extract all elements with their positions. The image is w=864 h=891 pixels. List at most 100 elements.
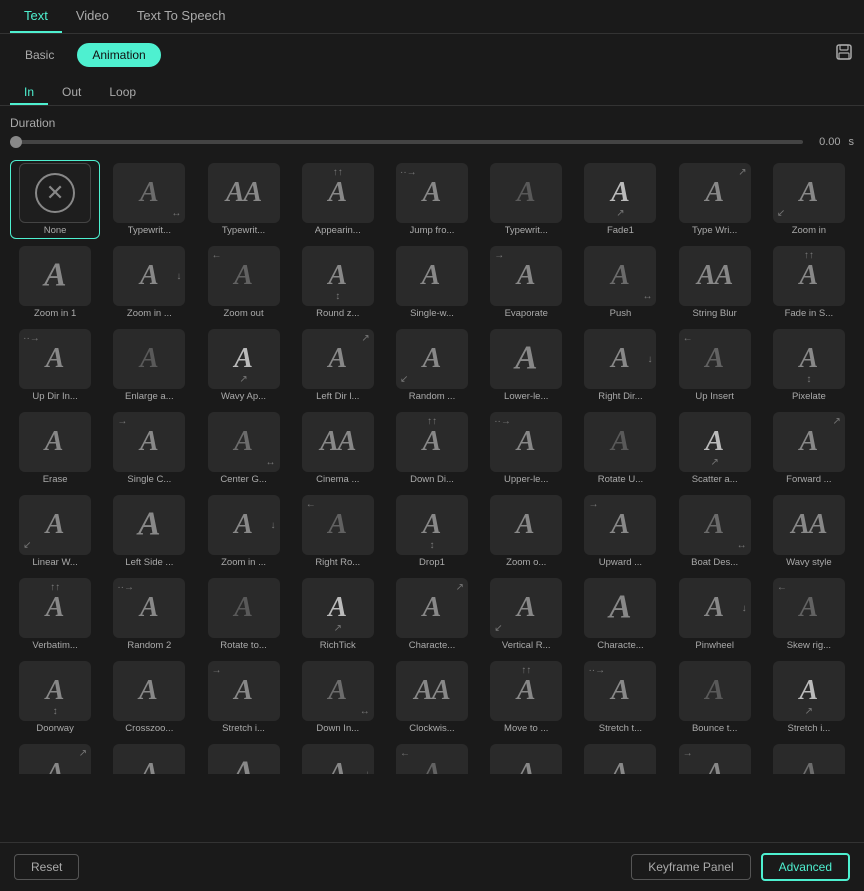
- anim-item-cinema[interactable]: AACinema ...: [293, 409, 383, 488]
- anim-item-typewri[interactable]: A↗Type Wri...: [670, 160, 760, 239]
- anim-item-drop1[interactable]: A↕Drop1: [387, 492, 477, 571]
- anim-item-rotateto[interactable]: ARotate to...: [198, 575, 288, 654]
- anim-label-upinsert: Up Insert: [695, 391, 734, 402]
- anim-item-wavystyle[interactable]: AAWavy style: [764, 492, 854, 571]
- anim-item-downin[interactable]: A↔Down In...: [293, 658, 383, 737]
- anim-item-zoomo[interactable]: AZoom o...: [481, 492, 571, 571]
- anim-item-leftside[interactable]: ALeft Side ...: [104, 492, 194, 571]
- anim-item-skewright[interactable]: A←Skew rig...: [764, 575, 854, 654]
- anim-item-crosszoo[interactable]: ACrosszoo...: [104, 658, 194, 737]
- anim-thumb-none: ✕: [19, 163, 91, 223]
- anim-item-stretchi2[interactable]: A↗Stretch i...: [764, 658, 854, 737]
- tab-text[interactable]: Text: [10, 0, 62, 33]
- anim-item-appearing[interactable]: A↑↑Appearin...: [293, 160, 383, 239]
- duration-slider[interactable]: [10, 140, 803, 144]
- anim-item-zoomout[interactable]: A←Zoom out: [198, 243, 288, 322]
- subtab-basic[interactable]: Basic: [10, 43, 69, 67]
- anim-item-jumpfrom[interactable]: A··→Jump fro...: [387, 160, 477, 239]
- anim-thumb-charact1: A↗: [396, 578, 468, 638]
- anim-item-typewrite2[interactable]: AATypewrit...: [198, 160, 288, 239]
- subtab-animation[interactable]: Animation: [77, 43, 160, 67]
- anim-item-stretcht[interactable]: A··→Stretch t...: [575, 658, 665, 737]
- anim-item-doorway[interactable]: A↕Doorway: [10, 658, 100, 737]
- anim-item-singlec[interactable]: A→Single C...: [104, 409, 194, 488]
- anim-item-random2[interactable]: A··→Random 2: [104, 575, 194, 654]
- anim-item-fadeins[interactable]: A↑↑Fade in S...: [764, 243, 854, 322]
- animtab-loop[interactable]: Loop: [95, 81, 150, 105]
- anim-item-roundz[interactable]: A↕Round z...: [293, 243, 383, 322]
- anim-item-zoomo2[interactable]: AZoom o...: [198, 741, 288, 774]
- animtab-in[interactable]: In: [10, 81, 48, 105]
- anim-item-none[interactable]: ✕None: [10, 160, 100, 239]
- anim-item-upperle[interactable]: A··→Upper-le...: [481, 409, 571, 488]
- anim-item-bouncet[interactable]: ABounce t...: [670, 658, 760, 737]
- anim-item-centerg[interactable]: A↔Center G...: [198, 409, 288, 488]
- anim-item-rightroz[interactable]: A←Right Ro...: [293, 492, 383, 571]
- anim-item-charact1[interactable]: A↗Characte...: [387, 575, 477, 654]
- anim-item-charact2[interactable]: ACharacte...: [575, 575, 665, 654]
- anim-item-stretchi1[interactable]: A→Stretch i...: [198, 658, 288, 737]
- anim-item-random[interactable]: A↙Random ...: [387, 326, 477, 405]
- anim-item-anim68[interactable]: A←: [387, 741, 477, 774]
- reset-button[interactable]: Reset: [14, 854, 79, 880]
- anim-thumb-push: A↔: [584, 246, 656, 306]
- tab-text-to-speech[interactable]: Text To Speech: [123, 0, 240, 33]
- anim-item-typewrite3[interactable]: ATypewrit...: [481, 160, 571, 239]
- anim-label-drop1: Drop1: [419, 557, 445, 568]
- anim-label-lowerle: Lower-le...: [504, 391, 548, 402]
- anim-item-upinsert[interactable]: A←Up Insert: [670, 326, 760, 405]
- anim-item-verbatim[interactable]: A↑↑Verbatim...: [10, 575, 100, 654]
- anim-item-fade1[interactable]: A↗Fade1: [575, 160, 665, 239]
- save-icon[interactable]: [834, 42, 854, 67]
- anim-item-enlargea[interactable]: AEnlarge a...: [104, 326, 194, 405]
- anim-item-verticalr[interactable]: A↙Vertical R...: [481, 575, 571, 654]
- anim-item-zoomin[interactable]: A↙Zoom in: [764, 160, 854, 239]
- tab-video[interactable]: Video: [62, 0, 123, 33]
- anim-item-stringblur[interactable]: AAString Blur: [670, 243, 760, 322]
- anim-item-rightdir[interactable]: A↓Right Dir...: [575, 326, 665, 405]
- anim-label-zoomin2: Zoom in ...: [127, 308, 172, 319]
- anim-item-zoomin3[interactable]: A↓Zoom in ...: [198, 492, 288, 571]
- anim-item-zoomin2[interactable]: A↓Zoom in ...: [104, 243, 194, 322]
- anim-item-erase[interactable]: AErase: [10, 409, 100, 488]
- anim-item-linearw[interactable]: A↙Linear W...: [10, 492, 100, 571]
- anim-item-anim69[interactable]: A↕: [481, 741, 571, 774]
- animtab-out[interactable]: Out: [48, 81, 95, 105]
- anim-item-anim72[interactable]: A↔: [764, 741, 854, 774]
- keyframe-panel-button[interactable]: Keyframe Panel: [631, 854, 750, 880]
- anim-label-roundz: Round z...: [316, 308, 359, 319]
- anim-item-push[interactable]: A↔Push: [575, 243, 665, 322]
- anim-item-richtick[interactable]: A↗RichTick: [293, 575, 383, 654]
- anim-item-moveto[interactable]: A↑↑Move to ...: [481, 658, 571, 737]
- anim-item-boatdes[interactable]: A↔Boat Des...: [670, 492, 760, 571]
- anim-item-anim67[interactable]: A↓: [293, 741, 383, 774]
- anim-item-updirin[interactable]: A··→Up Dir In...: [10, 326, 100, 405]
- anim-thumb-drop: A↙: [113, 744, 185, 774]
- anim-item-pixelate[interactable]: A↕Pixelate: [764, 326, 854, 405]
- anim-thumb-upward: A→: [584, 495, 656, 555]
- anim-item-anim71[interactable]: A→: [670, 741, 760, 774]
- anim-item-downdi[interactable]: A↑↑Down Di...: [387, 409, 477, 488]
- anim-item-wavyap[interactable]: A↗Wavy Ap...: [198, 326, 288, 405]
- anim-label-rotateto: Rotate to...: [220, 640, 266, 651]
- advanced-button[interactable]: Advanced: [761, 853, 850, 881]
- anim-item-evaporate[interactable]: A→Evaporate: [481, 243, 571, 322]
- anim-item-clockwis[interactable]: AAClockwis...: [387, 658, 477, 737]
- anim-thumb-richtick: A↗: [302, 578, 374, 638]
- anim-item-singlew[interactable]: ASingle-w...: [387, 243, 477, 322]
- anim-item-scattera[interactable]: A↗Scatter a...: [670, 409, 760, 488]
- anim-item-lowerle[interactable]: ALower-le...: [481, 326, 571, 405]
- anim-item-zoomin4[interactable]: A↗Zoom in ...: [10, 741, 100, 774]
- anim-item-forward[interactable]: A↗Forward ...: [764, 409, 854, 488]
- anim-item-typewrite1[interactable]: A↔Typewrit...: [104, 160, 194, 239]
- anim-item-upward[interactable]: A→Upward ...: [575, 492, 665, 571]
- anim-item-zoomin1[interactable]: AZoom in 1: [10, 243, 100, 322]
- anim-item-drop[interactable]: A↙Drop: [104, 741, 194, 774]
- anim-item-leftdirl[interactable]: A↗Left Dir l...: [293, 326, 383, 405]
- anim-item-anim70[interactable]: A: [575, 741, 665, 774]
- anim-item-pinwheel[interactable]: A↓Pinwheel: [670, 575, 760, 654]
- anim-label-appearing: Appearin...: [315, 225, 361, 236]
- anim-label-updirin: Up Dir In...: [32, 391, 77, 402]
- anim-label-stretcht: Stretch t...: [599, 723, 642, 734]
- anim-item-rotateu[interactable]: ARotate U...: [575, 409, 665, 488]
